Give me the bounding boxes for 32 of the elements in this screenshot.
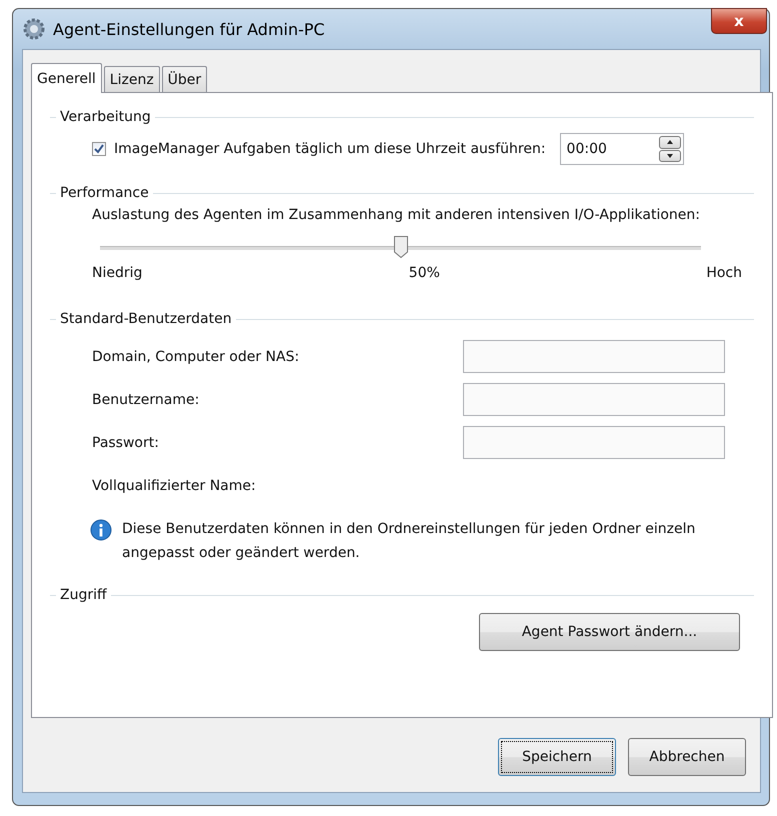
input-field[interactable] (463, 426, 725, 459)
input-field[interactable] (463, 383, 725, 416)
info-icon (90, 519, 112, 541)
field-label: Passwort: (92, 434, 159, 450)
slider[interactable] (100, 235, 701, 259)
field-label: Benutzername: (92, 392, 200, 408)
group-heading: Standard-Benutzerdaten (60, 311, 232, 327)
checkbox[interactable] (92, 142, 106, 156)
time-field[interactable]: 00:00 (560, 133, 684, 165)
field-label: Vollqualifizierter Name: (92, 478, 256, 494)
change-password-button[interactable]: Agent Passwort ändern... (479, 613, 740, 651)
group-heading: Verarbeitung (60, 109, 151, 125)
field-label: Domain, Computer oder NAS: (92, 348, 300, 364)
slider-max-label: Hoch (706, 265, 742, 281)
dialog-button[interactable]: Abbrechen (628, 738, 746, 776)
slider-thumb[interactable] (392, 235, 408, 259)
spin-buttons[interactable] (658, 136, 681, 162)
slider-value: 50% (408, 265, 440, 281)
slider-min-label: Niedrig (92, 265, 142, 281)
tab[interactable]: Über (162, 66, 208, 92)
group-heading: Zugriff (60, 587, 107, 603)
dialog-button[interactable]: Speichern (498, 738, 616, 776)
tab[interactable]: Lizenz (104, 66, 160, 92)
description-text: Auslastung des Agenten im Zusammenhang mit anderen intensiven I/O-Applikationen: (92, 206, 701, 225)
info-text: Diese Benutzerdaten können in den Ordnereinstellungen für jeden Ordner einzeln angepasst oder geändert werden. (122, 520, 696, 563)
gear-icon (23, 18, 45, 40)
checkbox-label: ImageManager Aufgaben täglich um diese Uhrzeit ausführen: (114, 141, 546, 157)
input-field[interactable] (463, 340, 725, 373)
close-button[interactable]: x (711, 8, 767, 34)
group-heading: Performance (60, 185, 149, 201)
tab[interactable]: Generell (31, 63, 102, 93)
window-title: Agent-Einstellungen für Admin-PC (53, 20, 325, 38)
